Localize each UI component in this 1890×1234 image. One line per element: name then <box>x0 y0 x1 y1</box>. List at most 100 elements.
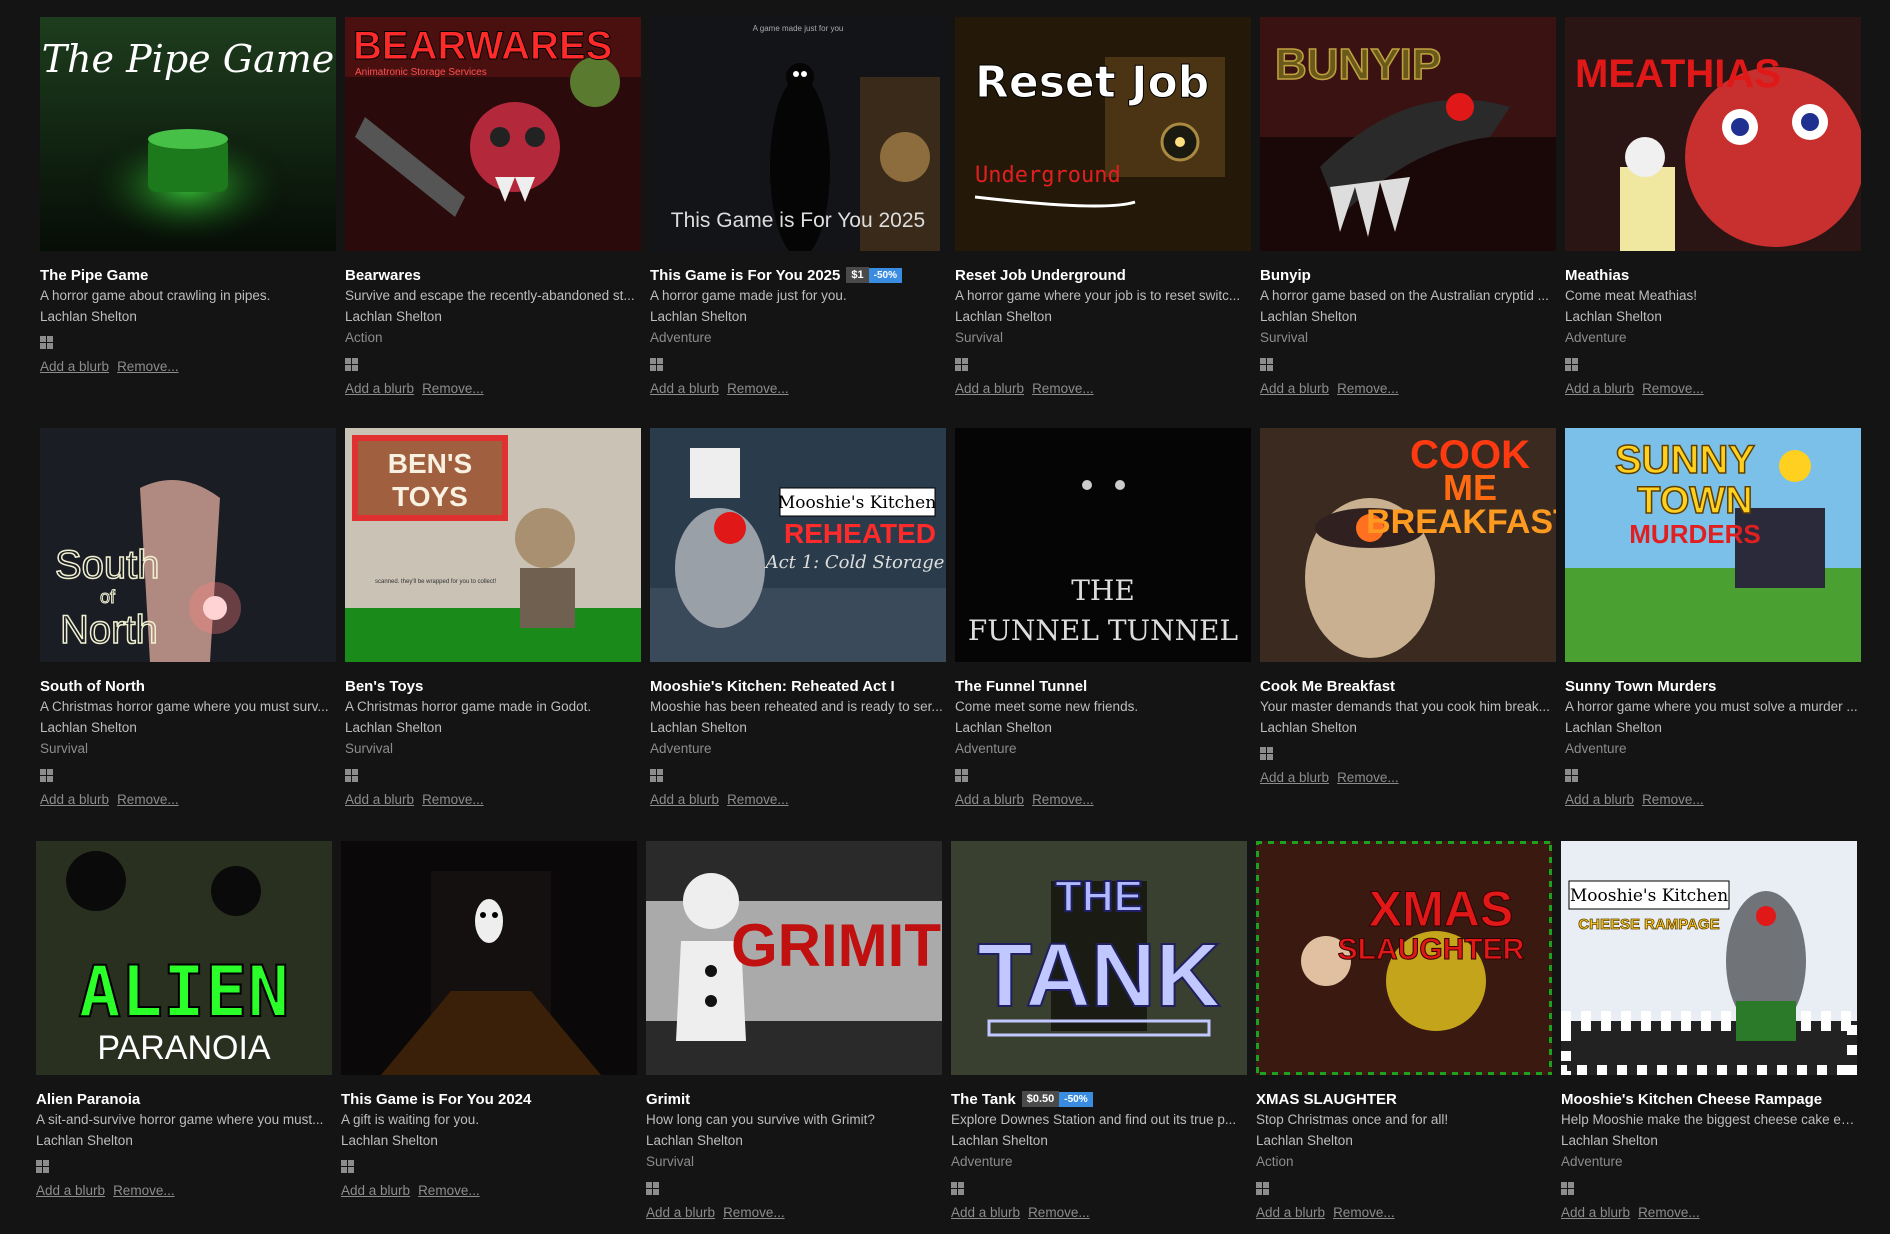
game-author[interactable]: Lachlan Shelton <box>40 718 336 738</box>
game-author[interactable]: Lachlan Shelton <box>1561 1131 1857 1151</box>
cover-art: THE FUNNEL TUNNEL <box>955 428 1251 662</box>
add-blurb-link[interactable]: Add a blurb <box>40 359 109 374</box>
game-title[interactable]: This Game is For You 2024 <box>341 1091 531 1108</box>
remove-link[interactable]: Remove... <box>113 1183 175 1198</box>
game-author[interactable]: Lachlan Shelton <box>1565 307 1861 327</box>
platform-list <box>955 351 1251 371</box>
add-blurb-link[interactable]: Add a blurb <box>955 792 1024 807</box>
game-cover[interactable]: COOK ME BREAKFAST <box>1260 428 1556 662</box>
add-blurb-link[interactable]: Add a blurb <box>1260 381 1329 396</box>
game-cover[interactable]: The Pipe Game <box>40 17 336 251</box>
game-cover[interactable]: Reset Job Underground <box>955 17 1251 251</box>
add-blurb-link[interactable]: Add a blurb <box>1561 1205 1630 1220</box>
game-cover[interactable]: BUNYIP <box>1260 17 1556 251</box>
add-blurb-link[interactable]: Add a blurb <box>1256 1205 1325 1220</box>
game-genre: Action <box>1256 1154 1294 1169</box>
game-author[interactable]: Lachlan Shelton <box>650 307 946 327</box>
remove-link[interactable]: Remove... <box>1642 792 1704 807</box>
add-blurb-link[interactable]: Add a blurb <box>36 1183 105 1198</box>
platform-list <box>345 351 641 371</box>
add-blurb-link[interactable]: Add a blurb <box>1565 381 1634 396</box>
discount-badge: -50% <box>868 267 902 283</box>
game-cover[interactable]: ALIEN PARANOIA <box>36 841 332 1075</box>
game-title[interactable]: The Funnel Tunnel <box>955 678 1087 695</box>
game-author[interactable]: Lachlan Shelton <box>1260 718 1556 738</box>
add-blurb-link[interactable]: Add a blurb <box>951 1205 1020 1220</box>
add-blurb-link[interactable]: Add a blurb <box>345 381 414 396</box>
game-title[interactable]: Grimit <box>646 1091 690 1108</box>
add-blurb-link[interactable]: Add a blurb <box>1565 792 1634 807</box>
game-author[interactable]: Lachlan Shelton <box>646 1131 942 1151</box>
game-title[interactable]: Reset Job Underground <box>955 267 1126 284</box>
remove-link[interactable]: Remove... <box>727 381 789 396</box>
game-cover[interactable]: THE TANK <box>951 841 1247 1075</box>
game-title[interactable]: XMAS SLAUGHTER <box>1256 1091 1397 1108</box>
game-title[interactable]: Meathias <box>1565 267 1629 284</box>
game-author[interactable]: Lachlan Shelton <box>1260 307 1556 327</box>
game-cover[interactable]: GRIMIT <box>646 841 942 1075</box>
game-author[interactable]: Lachlan Shelton <box>341 1131 637 1151</box>
game-author[interactable]: Lachlan Shelton <box>1565 718 1861 738</box>
game-title[interactable]: Mooshie's Kitchen: Reheated Act I <box>650 678 895 695</box>
remove-link[interactable]: Remove... <box>422 381 484 396</box>
game-cover[interactable]: BEARWARES Animatronic Storage Services <box>345 17 641 251</box>
remove-link[interactable]: Remove... <box>1642 381 1704 396</box>
game-cover[interactable]: SUNNY TOWN MURDERS <box>1565 428 1861 662</box>
game-author[interactable]: Lachlan Shelton <box>951 1131 1247 1151</box>
game-author[interactable]: Lachlan Shelton <box>955 307 1251 327</box>
remove-link[interactable]: Remove... <box>727 792 789 807</box>
add-blurb-link[interactable]: Add a blurb <box>40 792 109 807</box>
add-blurb-link[interactable]: Add a blurb <box>650 792 719 807</box>
game-author[interactable]: Lachlan Shelton <box>36 1131 332 1151</box>
remove-link[interactable]: Remove... <box>1032 381 1094 396</box>
game-cover[interactable]: Mooshie's Kitchen CHEESE RAMPAGE <box>1561 841 1857 1075</box>
game-cover[interactable]: South of North <box>40 428 336 662</box>
game-cover[interactable] <box>341 841 637 1075</box>
game-author[interactable]: Lachlan Shelton <box>345 307 641 327</box>
game-cover[interactable]: Mooshie's Kitchen REHEATED Act 1: Cold S… <box>650 428 946 662</box>
remove-link[interactable]: Remove... <box>117 792 179 807</box>
add-blurb-link[interactable]: Add a blurb <box>646 1205 715 1220</box>
game-title[interactable]: Alien Paranoia <box>36 1091 140 1108</box>
game-author[interactable]: Lachlan Shelton <box>345 718 641 738</box>
game-author[interactable]: Lachlan Shelton <box>1256 1131 1552 1151</box>
game-cover[interactable]: A game made just for you This Game is Fo… <box>650 17 946 251</box>
game-title[interactable]: Mooshie's Kitchen Cheese Rampage <box>1561 1091 1822 1108</box>
remove-link[interactable]: Remove... <box>723 1205 785 1220</box>
game-card: SUNNY TOWN MURDERS Sunny Town Murders A … <box>1565 428 1861 807</box>
game-title[interactable]: The Pipe Game <box>40 267 148 284</box>
game-author[interactable]: Lachlan Shelton <box>650 718 946 738</box>
game-title[interactable]: Ben's Toys <box>345 678 423 695</box>
remove-link[interactable]: Remove... <box>1333 1205 1395 1220</box>
remove-link[interactable]: Remove... <box>1028 1205 1090 1220</box>
remove-link[interactable]: Remove... <box>1638 1205 1700 1220</box>
game-title[interactable]: Bearwares <box>345 267 421 284</box>
add-blurb-link[interactable]: Add a blurb <box>650 381 719 396</box>
game-title[interactable]: The Tank <box>951 1091 1016 1108</box>
game-title[interactable]: Bunyip <box>1260 267 1311 284</box>
add-blurb-link[interactable]: Add a blurb <box>341 1183 410 1198</box>
remove-link[interactable]: Remove... <box>1337 381 1399 396</box>
game-title[interactable]: Sunny Town Murders <box>1565 678 1716 695</box>
add-blurb-link[interactable]: Add a blurb <box>955 381 1024 396</box>
game-description: A gift is waiting for you. <box>341 1112 480 1127</box>
add-blurb-link[interactable]: Add a blurb <box>345 792 414 807</box>
game-title[interactable]: Cook Me Breakfast <box>1260 678 1395 695</box>
remove-link[interactable]: Remove... <box>422 792 484 807</box>
remove-link[interactable]: Remove... <box>1337 770 1399 785</box>
game-cover[interactable]: THE FUNNEL TUNNEL <box>955 428 1251 662</box>
cover-title: BEN'S <box>388 448 472 479</box>
game-description: Mooshie has been reheated and is ready t… <box>650 699 943 714</box>
add-blurb-link[interactable]: Add a blurb <box>1260 770 1329 785</box>
remove-link[interactable]: Remove... <box>117 359 179 374</box>
game-cover[interactable]: XMAS SLAUGHTER <box>1256 841 1552 1075</box>
game-genre: Adventure <box>1565 741 1627 756</box>
remove-link[interactable]: Remove... <box>418 1183 480 1198</box>
game-title[interactable]: This Game is For You 2025 <box>650 267 840 284</box>
game-cover[interactable]: MEATHIAS <box>1565 17 1861 251</box>
game-author[interactable]: Lachlan Shelton <box>40 307 336 327</box>
game-author[interactable]: Lachlan Shelton <box>955 718 1251 738</box>
game-title[interactable]: South of North <box>40 678 145 695</box>
remove-link[interactable]: Remove... <box>1032 792 1094 807</box>
game-cover[interactable]: BEN'S TOYS scanned. they'll be wrapped f… <box>345 428 641 662</box>
